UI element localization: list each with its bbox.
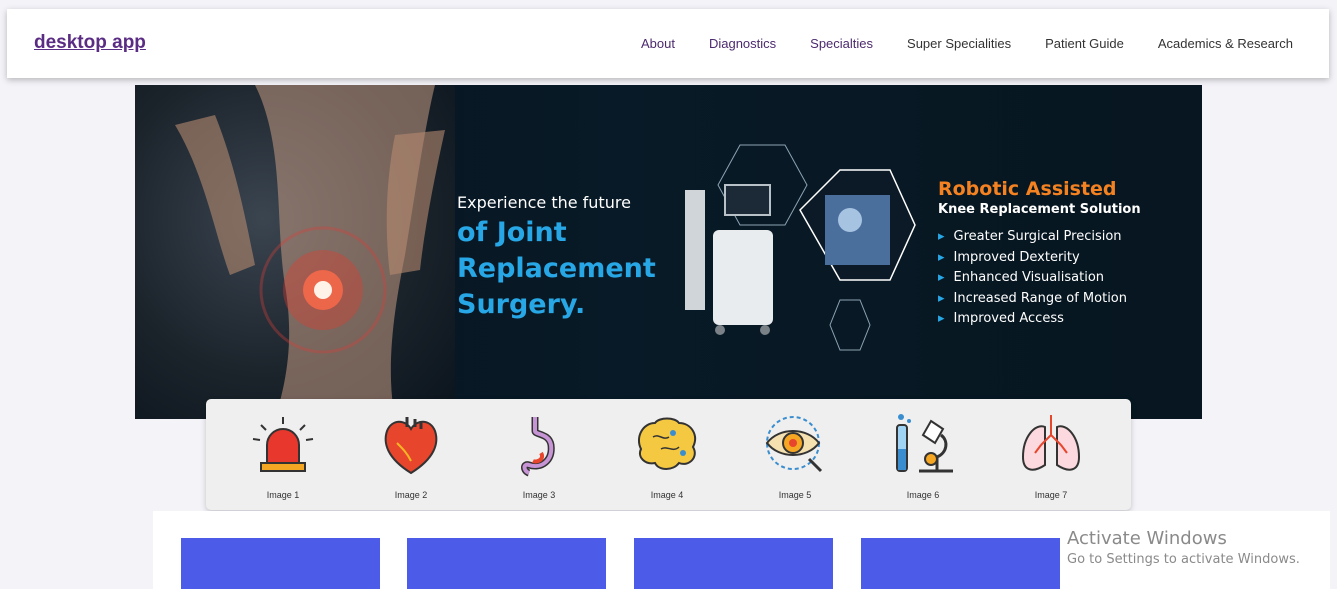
feature-item: Improved Dexterity (938, 248, 1141, 269)
hero-headline-1: of Joint (457, 217, 567, 248)
icon-item-1[interactable]: Image 1 (238, 413, 328, 500)
nav-diagnostics[interactable]: Diagnostics (709, 36, 776, 51)
icon-item-6[interactable]: Image 6 (878, 413, 968, 500)
nav-links: About Diagnostics Specialties Super Spec… (607, 36, 1293, 51)
icon-item-5[interactable]: Image 5 (750, 413, 840, 500)
icon-item-2[interactable]: Image 2 (366, 413, 456, 500)
icon-item-4[interactable]: Image 4 (622, 413, 712, 500)
feature-item: Improved Access (938, 309, 1141, 330)
hero-banner: Experience the future of Joint Replaceme… (135, 85, 1202, 419)
stomach-icon (521, 417, 555, 477)
brand-link[interactable]: desktop app (34, 32, 146, 54)
nav-specialties[interactable]: Specialties (810, 36, 873, 51)
microscope-icon (896, 414, 953, 473)
nav-patient-guide[interactable]: Patient Guide (1045, 36, 1124, 51)
hero-headline-3: Surgery. (457, 289, 586, 320)
icon-item-7[interactable]: Image 7 (1006, 413, 1096, 500)
lungs-icon (1021, 415, 1081, 471)
heart-icon (384, 417, 438, 475)
nav-academics-research[interactable]: Academics & Research (1158, 36, 1293, 51)
icon-item-3[interactable]: Image 3 (494, 413, 584, 500)
icon-caption: Image 3 (522, 490, 556, 500)
feature-item: Increased Range of Motion (938, 289, 1141, 310)
nav-super-specialities[interactable]: Super Specialities (907, 36, 1011, 51)
content-card[interactable] (861, 538, 1060, 589)
activate-windows-watermark: Activate Windows Go to Settings to activ… (1067, 528, 1300, 567)
alarm-siren-icon (252, 417, 314, 472)
feature-item: Enhanced Visualisation (938, 268, 1141, 289)
icon-caption: Image 2 (394, 490, 428, 500)
brain-icon (637, 417, 697, 470)
icon-caption: Image 7 (1034, 490, 1068, 500)
hero-intro: Experience the future (457, 193, 631, 212)
hero-headline-2: Replacement (457, 253, 656, 284)
robot-hexagon-graphic (685, 144, 916, 351)
icon-caption: Image 5 (778, 490, 812, 500)
robotic-title: Robotic Assisted (938, 178, 1117, 200)
watermark-title: Activate Windows (1067, 528, 1227, 549)
nav-about[interactable]: About (641, 36, 675, 51)
content-card[interactable] (634, 538, 833, 589)
content-card[interactable] (407, 538, 606, 589)
content-card[interactable] (181, 538, 380, 589)
knee-illustration (175, 85, 445, 419)
eye-icon (765, 416, 823, 473)
icon-caption: Image 6 (906, 490, 940, 500)
specialty-icon-bar: Image 1 Image 2 Image 3 Image 4 Image 5 … (206, 399, 1131, 510)
watermark-subtitle: Go to Settings to activate Windows. (1067, 552, 1300, 567)
navbar: desktop app About Diagnostics Specialtie… (7, 9, 1329, 78)
feature-item: Greater Surgical Precision (938, 227, 1141, 248)
hero-text: Experience the future of Joint Replaceme… (457, 193, 656, 320)
icon-caption: Image 1 (266, 490, 300, 500)
feature-list: Greater Surgical Precision Improved Dext… (938, 227, 1141, 330)
robotic-section: Robotic Assisted Knee Replacement Soluti… (938, 178, 1141, 330)
knee-image (135, 85, 455, 419)
icon-caption: Image 4 (650, 490, 684, 500)
robotic-subtitle: Knee Replacement Solution (938, 202, 1141, 217)
